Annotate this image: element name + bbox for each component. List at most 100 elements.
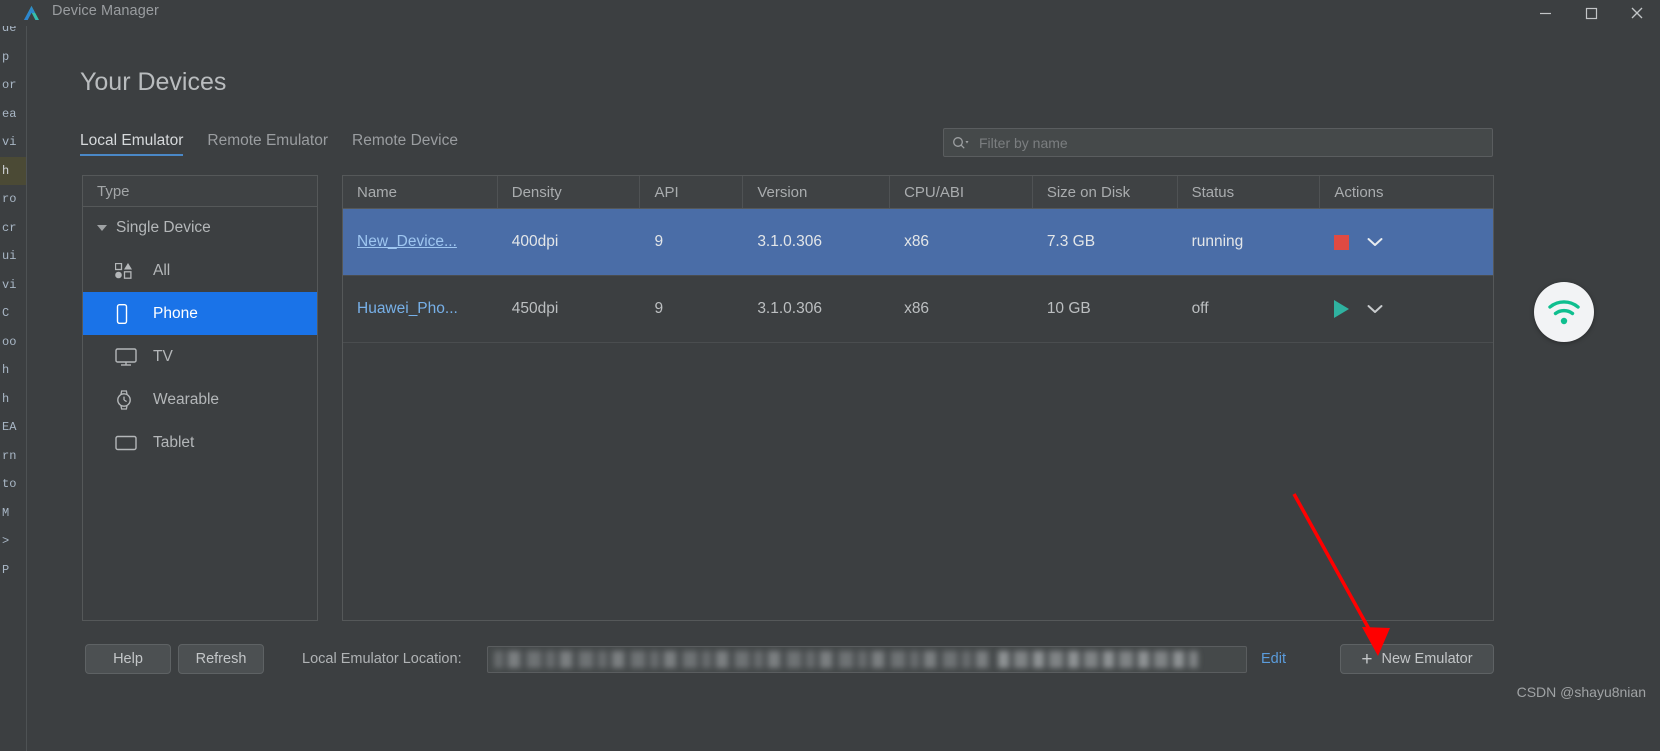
window-controls — [1522, 0, 1660, 26]
column-header[interactable]: Size on Disk — [1033, 176, 1178, 208]
editor-line-fragment: vi — [2, 277, 17, 292]
cell-density: 450dpi — [511, 300, 559, 317]
minimize-icon[interactable] — [1522, 0, 1568, 26]
cell-name[interactable]: Huawei_Pho... — [343, 276, 498, 342]
device-name-link[interactable]: New_Device... — [357, 233, 457, 251]
editor-line-fragment: M — [2, 505, 10, 520]
play-icon[interactable] — [1334, 300, 1350, 318]
editor-line-fragment: C — [2, 306, 10, 320]
wifi-icon[interactable] — [1534, 282, 1594, 342]
table-row[interactable]: Huawei_Pho... 450dpi 9 3.1.0.306 x86 10 GB off — [343, 276, 1493, 343]
cell-size-on-disk: 7.3 GB — [1046, 233, 1096, 250]
editor-line-fragment: h — [0, 156, 26, 185]
help-button[interactable]: Help — [85, 644, 171, 674]
tab-remote-device[interactable]: Remote Device — [352, 132, 458, 156]
cell-actions — [1320, 234, 1493, 250]
cell-version: 3.1.0.306 — [757, 233, 822, 250]
sidebar-item-phone[interactable]: Phone — [83, 292, 317, 335]
title-bar: Device Manager — [0, 0, 1660, 26]
table-header-row: Name Density API Version CPU/ABI Size on Disk… — [343, 176, 1493, 209]
cell-api: 9 — [654, 300, 664, 317]
tab-local-emulator[interactable]: Local Emulator — [80, 132, 184, 156]
editor-line-fragment: ro — [2, 192, 17, 206]
sidebar-item-label: All — [153, 261, 171, 279]
cell-name[interactable]: New_Device... — [343, 209, 498, 275]
sidebar-item-tablet[interactable]: Tablet — [83, 421, 317, 464]
devices-table: Name Density API Version CPU/ABI Size on Disk… — [342, 175, 1494, 621]
location-label: Local Emulator Location: — [302, 651, 462, 667]
search-icon — [952, 136, 969, 150]
column-header[interactable]: Actions — [1320, 176, 1493, 208]
close-icon[interactable] — [1614, 0, 1660, 26]
chevron-down-icon[interactable] — [1367, 237, 1383, 247]
cell-cpu-abi: x86 — [904, 233, 930, 250]
all-devices-icon — [115, 262, 141, 279]
cell-density: 400dpi — [511, 233, 559, 250]
watch-icon — [115, 389, 141, 410]
editor-line-fragment: p — [2, 49, 10, 64]
cell-size-on-disk: 10 GB — [1046, 300, 1091, 317]
stop-icon[interactable] — [1334, 234, 1350, 250]
device-type-sidebar: Type Single Device All Phone TV Wearable Tab… — [82, 175, 318, 621]
new-emulator-button[interactable]: + New Emulator — [1340, 644, 1494, 674]
android-studio-logo-icon — [22, 4, 41, 23]
sidebar-item-label: Wearable — [153, 390, 220, 408]
editor-line-fragment: P — [2, 562, 10, 577]
editor-line-fragment: or — [2, 78, 17, 92]
sidebar-group-label: Single Device — [116, 219, 211, 236]
editor-line-fragment: ea — [2, 106, 17, 121]
column-header[interactable]: Density — [498, 176, 641, 208]
maximize-icon[interactable] — [1568, 0, 1614, 26]
editor-line-fragment: ui — [2, 249, 17, 263]
cell-actions — [1320, 300, 1493, 318]
editor-line-fragment: to — [2, 477, 17, 491]
plus-icon: + — [1361, 648, 1373, 670]
sidebar-item-all[interactable]: All — [83, 249, 317, 292]
sidebar-header: Type — [83, 176, 317, 207]
window-title: Device Manager — [52, 3, 159, 19]
tv-icon — [115, 347, 141, 366]
editor-line-fragment: EA — [2, 420, 17, 434]
tab-remote-emulator[interactable]: Remote Emulator — [207, 132, 328, 156]
cell-status: off — [1191, 300, 1209, 317]
column-header[interactable]: Version — [743, 176, 891, 208]
phone-icon — [115, 303, 141, 324]
device-manager-window: de p or ea vi h ro cr ui vi Coo h h EA rn to M > P Device … — [0, 0, 1660, 751]
chevron-down-icon — [97, 225, 107, 231]
search-input[interactable] — [979, 134, 1484, 151]
table-body: New_Device... 400dpi 9 3.1.0.306 x86 7.3 GB ru… — [343, 209, 1493, 343]
editor-line-fragment: vi — [2, 135, 17, 149]
editor-line-fragment: h — [2, 363, 10, 377]
new-emulator-label: New Emulator — [1381, 651, 1473, 667]
editor-line-fragment: rn — [2, 448, 17, 463]
redacted-path-part-2 — [998, 651, 1198, 668]
watermark: CSDN @shayu8nian — [1516, 684, 1646, 700]
sidebar-item-wearable[interactable]: Wearable — [83, 378, 317, 421]
cell-version: 3.1.0.306 — [757, 300, 822, 317]
background-editor-strip: de p or ea vi h ro cr ui vi Coo h h EA rn to M > P — [0, 0, 26, 751]
location-field[interactable] — [487, 646, 1247, 673]
page-title: Your Devices — [80, 68, 227, 96]
editor-line-fragment: h — [2, 391, 10, 406]
chevron-down-icon[interactable] — [1367, 304, 1383, 314]
sidebar-group-single-device[interactable]: Single Device — [83, 207, 317, 249]
sidebar-item-label: TV — [153, 347, 173, 365]
sidebar-item-tv[interactable]: TV — [83, 335, 317, 378]
window-divider — [26, 0, 27, 751]
table-row[interactable]: New_Device... 400dpi 9 3.1.0.306 x86 7.3 GB ru… — [343, 209, 1493, 276]
column-header[interactable]: Status — [1178, 176, 1321, 208]
column-header[interactable]: API — [640, 176, 744, 208]
redacted-path-part-1 — [494, 651, 994, 668]
refresh-button[interactable]: Refresh — [178, 644, 264, 674]
sidebar-item-label: Tablet — [153, 433, 195, 451]
cell-api: 9 — [654, 233, 664, 250]
editor-line-fragment: cr — [2, 220, 17, 235]
cell-status: running — [1191, 233, 1244, 250]
column-header[interactable]: Name — [343, 176, 498, 208]
editor-line-fragment: oo — [2, 334, 17, 349]
device-name-link[interactable]: Huawei_Pho... — [357, 300, 458, 318]
cell-cpu-abi: x86 — [904, 300, 930, 317]
column-header[interactable]: CPU/ABI — [890, 176, 1033, 208]
edit-location-link[interactable]: Edit — [1261, 651, 1286, 667]
filter-search-box[interactable] — [943, 128, 1493, 157]
